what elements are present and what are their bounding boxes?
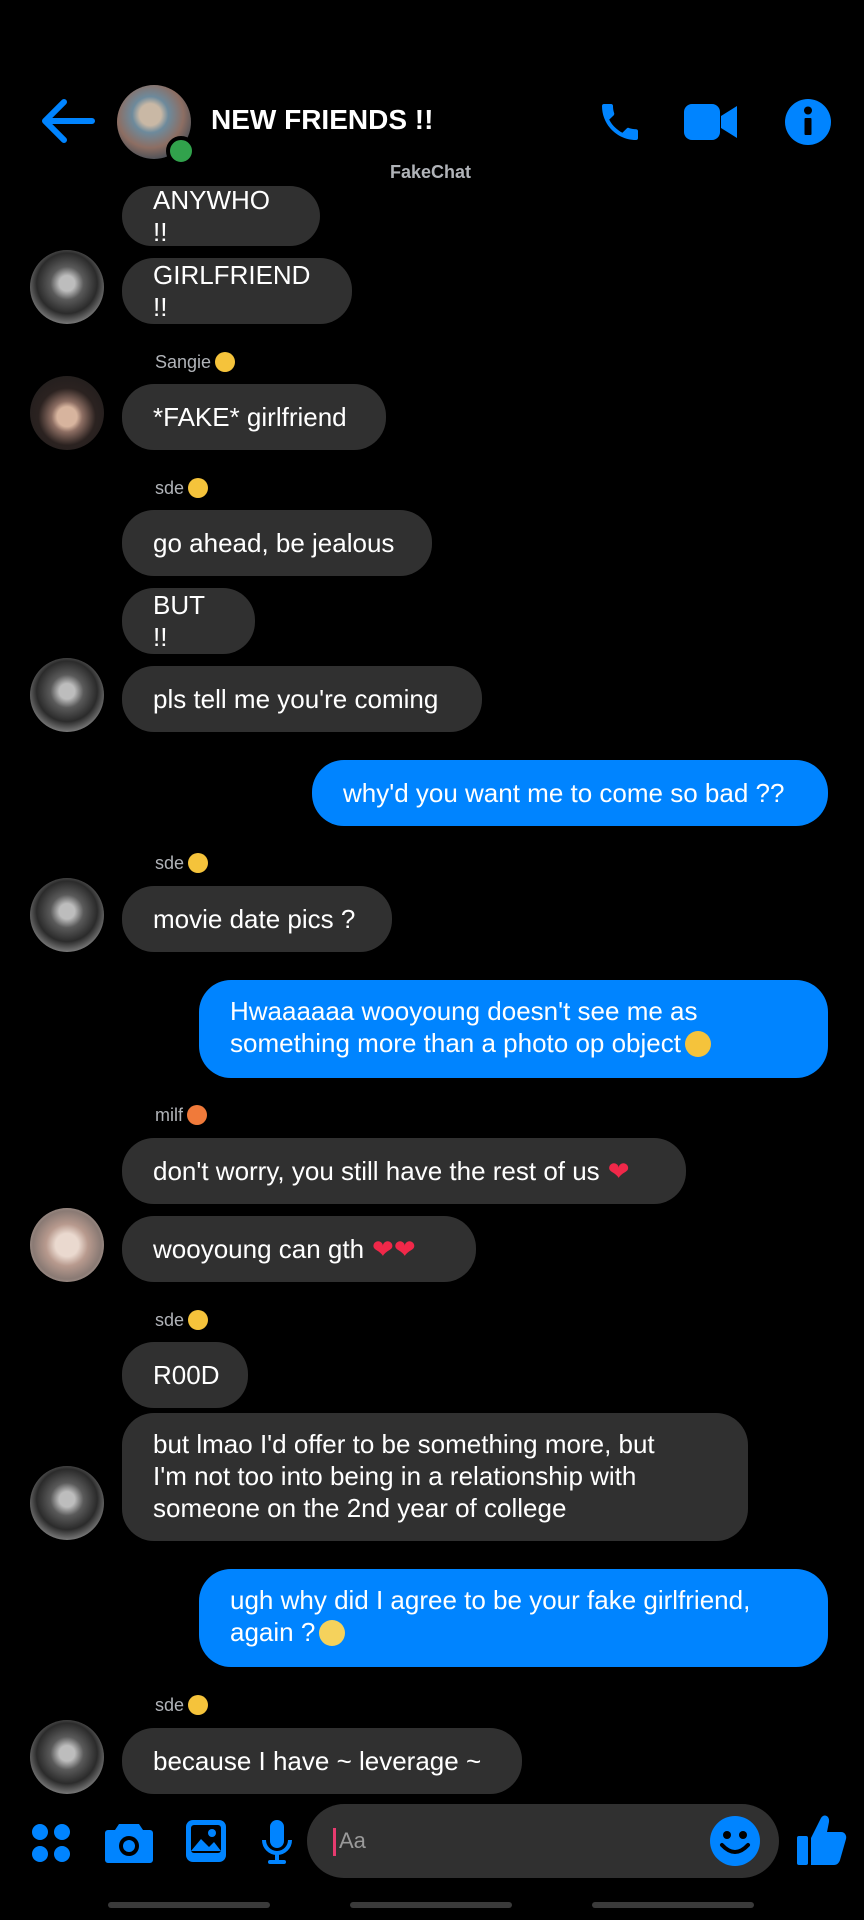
sender-name: sde (155, 478, 209, 499)
message-text-line: again ? (230, 1616, 346, 1648)
info-icon[interactable] (784, 98, 832, 146)
sender-name: Sangie (155, 352, 236, 373)
sender-avatar-sde[interactable] (30, 1466, 104, 1540)
message-text: because I have ~ leverage ~ (153, 1746, 482, 1776)
message-bubble-incoming[interactable]: don't worry, you still have the rest of … (122, 1138, 686, 1204)
sender-avatar-sde[interactable] (30, 250, 104, 324)
tongue-face-emoji-icon (215, 352, 236, 372)
message-text: pls tell me you're coming (153, 684, 439, 714)
message-bubble-incoming[interactable]: BUT !! (122, 588, 255, 654)
message-bubble-incoming[interactable]: pls tell me you're coming (122, 666, 482, 732)
message-text-line: Hwaaaaaa wooyoung doesn't see me as (230, 996, 698, 1026)
red-hearts-emoji-icon: ❤❤ (372, 1234, 416, 1264)
conversation-title[interactable]: NEW FRIENDS !! (211, 104, 433, 136)
message-text-line: something more than a photo op object (230, 1027, 711, 1059)
message-text: *FAKE* girlfriend (153, 402, 347, 432)
nav-indicator (350, 1902, 512, 1908)
pensive-face-emoji-icon (188, 478, 209, 498)
apps-icon[interactable] (30, 1822, 72, 1864)
back-arrow-icon[interactable] (40, 98, 96, 144)
message-bubble-outgoing[interactable]: why'd you want me to come so bad ?? (312, 760, 828, 826)
message-bubble-incoming[interactable]: movie date pics ? (122, 886, 392, 952)
message-input[interactable]: Aa (307, 1804, 779, 1878)
message-bubble-incoming[interactable]: go ahead, be jealous (122, 510, 432, 576)
eye-roll-emoji-icon (319, 1620, 346, 1646)
nav-indicator (592, 1902, 754, 1908)
sender-name: sde (155, 853, 209, 874)
online-status-dot (166, 136, 196, 166)
text-cursor (333, 1828, 336, 1856)
message-text: wooyoung can gth (153, 1234, 365, 1264)
message-text: don't worry, you still have the rest of … (153, 1156, 600, 1186)
message-bubble-incoming[interactable]: but lmao I'd offer to be something more,… (122, 1413, 748, 1541)
phone-icon[interactable] (596, 98, 644, 146)
sender-avatar-sangie[interactable] (30, 376, 104, 450)
microphone-icon[interactable] (262, 1818, 292, 1866)
sender-avatar-sde[interactable] (30, 1720, 104, 1794)
message-text-line: I'm not too into being in a relationship… (153, 1461, 637, 1491)
message-bubble-incoming[interactable]: because I have ~ leverage ~ (122, 1728, 522, 1794)
message-text: ANYWHO !! (153, 185, 270, 247)
pensive-face-emoji-icon (188, 1695, 209, 1715)
sender-avatar-sde[interactable] (30, 658, 104, 732)
gallery-icon[interactable] (184, 1818, 228, 1864)
message-text-line: someone on the 2nd year of college (153, 1493, 567, 1523)
message-composer: Aa (0, 1790, 864, 1900)
message-bubble-outgoing[interactable]: Hwaaaaaa wooyoung doesn't see me as some… (199, 980, 828, 1078)
sender-name: milf (155, 1105, 207, 1126)
message-bubble-incoming[interactable]: wooyoung can gth ❤❤ (122, 1216, 476, 1282)
message-text-line: but lmao I'd offer to be something more,… (153, 1429, 655, 1459)
sender-name: sde (155, 1310, 209, 1331)
flushed-face-emoji-icon (187, 1105, 207, 1125)
sender-avatar-milf[interactable] (30, 1208, 104, 1282)
message-text: R00D (153, 1360, 220, 1390)
message-text: why'd you want me to come so bad ?? (343, 778, 785, 808)
fakechat-watermark: FakeChat (390, 162, 472, 182)
pensive-face-emoji-icon (188, 853, 209, 873)
conversation-header: NEW FRIENDS !! FakeChat (0, 0, 864, 200)
message-bubble-outgoing[interactable]: ugh why did I agree to be your fake girl… (199, 1569, 828, 1667)
message-bubble-incoming[interactable]: *FAKE* girlfriend (122, 384, 386, 450)
message-text-line: ugh why did I agree to be your fake girl… (230, 1585, 751, 1615)
sender-avatar-sde[interactable] (30, 878, 104, 952)
message-input-placeholder: Aa (339, 1828, 366, 1853)
red-heart-emoji-icon: ❤ (607, 1156, 630, 1186)
emoji-icon[interactable] (709, 1815, 761, 1867)
pensive-face-emoji-icon (684, 1031, 711, 1057)
message-text: BUT !! (153, 590, 205, 652)
message-bubble-incoming[interactable]: GIRLFRIEND !! (122, 258, 352, 324)
sender-name: sde (155, 1695, 209, 1716)
message-text: movie date pics ? (153, 904, 356, 934)
message-bubble-incoming[interactable]: ANYWHO !! (122, 185, 320, 247)
nav-indicator (108, 1902, 270, 1908)
message-text: go ahead, be jealous (153, 528, 395, 558)
pensive-face-emoji-icon (188, 1310, 209, 1330)
video-camera-icon[interactable] (683, 101, 739, 143)
message-text: GIRLFRIEND !! (153, 260, 311, 322)
thumbs-up-icon[interactable] (795, 1812, 847, 1868)
message-bubble-incoming[interactable]: R00D (122, 1342, 248, 1408)
camera-icon[interactable] (104, 1820, 154, 1864)
